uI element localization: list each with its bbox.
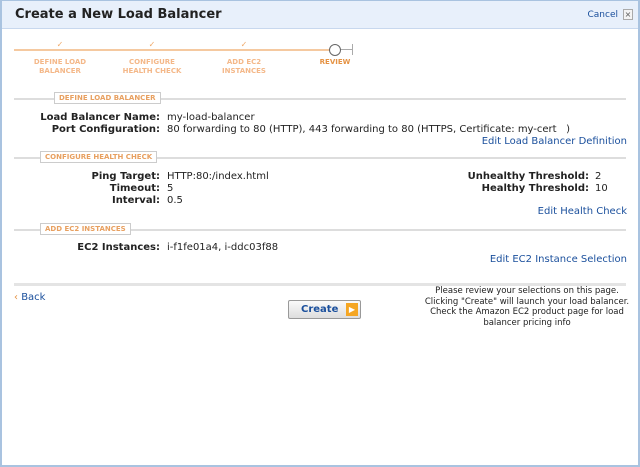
progress-track [14,49,332,51]
close-icon[interactable]: × [623,9,633,20]
step-label: BALANCER [39,67,81,75]
step-label: HEALTH CHECK [122,67,182,75]
edit-instances-link[interactable]: Edit EC2 Instance Selection [490,254,627,265]
create-button[interactable]: Create ▶ [288,300,361,319]
interval-label: Interval: [111,195,160,206]
title-bar: Create a New Load Balancer Cancel × [2,1,638,29]
progress-track-remaining [340,49,352,50]
arrow-right-icon: ▶ [346,303,358,316]
ping-value: HTTP:80:/index.html [167,171,269,182]
name-label: Load Balancer Name: [40,112,160,123]
check-icon: ✓ [148,40,156,49]
cancel-link[interactable]: Cancel [588,10,619,20]
note-line: balancer pricing info [483,317,571,328]
edit-load-balancer-link[interactable]: Edit Load Balancer Definition [482,136,627,147]
step-label: INSTANCES [222,67,266,75]
check-icon: ✓ [56,40,64,49]
progress-end [352,44,353,55]
back-arrow-icon: ‹ [14,292,18,303]
step-review: REVIEW [290,58,380,67]
edit-health-check-link[interactable]: Edit Health Check [538,206,627,217]
step-health-check: CONFIGURE HEALTH CHECK [107,58,197,76]
current-step-marker [329,44,341,56]
create-label: Create [301,304,339,315]
interval-value: 0.5 [167,195,183,206]
step-add-ec2: ADD EC2 INSTANCES [199,58,289,76]
step-label: ADD EC2 [226,58,262,66]
healthy-label: Healthy Threshold: [481,183,589,194]
back-link[interactable]: ‹ Back [14,292,45,303]
name-value: my-load-balancer [167,112,255,123]
review-note: Please review your selections on this pa… [418,286,636,328]
note-line: Please review your selections on this pa… [435,286,619,296]
timeout-value: 5 [167,183,174,194]
step-define: DEFINE LOAD BALANCER [15,58,105,76]
port-value: 80 forwarding to 80 (HTTP), 443 forwardi… [167,124,571,135]
check-icon: ✓ [240,40,248,49]
step-label: CONFIGURE [129,58,175,66]
note-line: Clicking "Create" will launch your load … [424,296,630,307]
unhealthy-label: Unhealthy Threshold: [467,171,589,182]
unhealthy-value: 2 [595,171,602,182]
healthy-value: 10 [595,183,608,194]
instances-label: EC2 Instances: [77,242,160,253]
ping-label: Ping Target: [91,171,160,182]
section-heading-define: DEFINE LOAD BALANCER [54,92,161,104]
step-label: DEFINE LOAD [33,58,87,66]
instances-value: i-f1fe01a4, i-ddc03f88 [167,242,279,253]
note-line: Check the Amazon EC2 product page for lo… [430,307,624,317]
timeout-label: Timeout: [109,183,160,194]
port-label: Port Configuration: [51,124,160,135]
section-heading-ec2: ADD EC2 INSTANCES [40,223,131,235]
section-heading-health: CONFIGURE HEALTH CHECK [40,151,158,163]
step-label: REVIEW [319,58,351,66]
back-label: Back [21,292,46,303]
dialog-title: Create a New Load Balancer [15,7,222,22]
